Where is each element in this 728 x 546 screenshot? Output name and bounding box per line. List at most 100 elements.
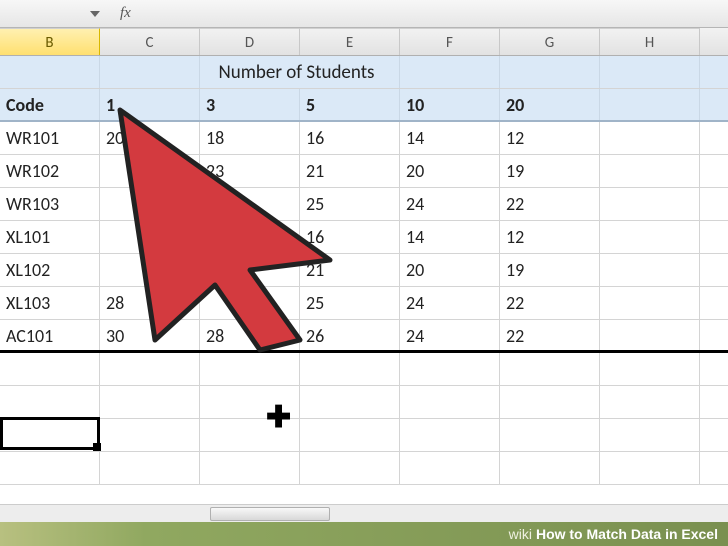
cell[interactable]: 16 xyxy=(300,221,400,253)
cell[interactable] xyxy=(500,353,600,385)
cell[interactable]: 21 xyxy=(300,155,400,187)
cell[interactable]: 23 xyxy=(200,155,300,187)
header-10[interactable]: 10 xyxy=(400,89,500,120)
cell[interactable]: 24 xyxy=(400,287,500,319)
cell[interactable] xyxy=(500,452,600,484)
fx-label[interactable]: fx xyxy=(120,5,131,22)
header-3[interactable]: 3 xyxy=(200,89,300,120)
horizontal-scrollbar[interactable] xyxy=(0,504,728,522)
cell[interactable] xyxy=(100,353,200,385)
cell[interactable] xyxy=(100,254,200,286)
cell[interactable]: 21 xyxy=(300,254,400,286)
cell[interactable] xyxy=(0,56,100,88)
header-5[interactable]: 5 xyxy=(300,89,400,120)
cell[interactable] xyxy=(0,419,100,451)
col-header-f[interactable]: F xyxy=(400,28,500,55)
cell[interactable]: 14 xyxy=(400,221,500,253)
cell[interactable] xyxy=(200,386,300,418)
cell[interactable] xyxy=(200,353,300,385)
cell[interactable] xyxy=(500,386,600,418)
cell[interactable] xyxy=(500,56,600,88)
cell[interactable] xyxy=(200,287,300,319)
col-header-c[interactable]: C xyxy=(100,28,200,55)
cell[interactable] xyxy=(400,386,500,418)
cell[interactable] xyxy=(300,419,400,451)
cell[interactable]: 24 xyxy=(400,188,500,220)
cell[interactable] xyxy=(400,353,500,385)
cell[interactable] xyxy=(200,221,300,253)
cell-code[interactable]: XL102 xyxy=(0,254,100,286)
cell[interactable] xyxy=(200,188,300,220)
cell[interactable] xyxy=(500,419,600,451)
cell[interactable] xyxy=(200,254,300,286)
cell[interactable] xyxy=(600,353,700,385)
cell[interactable] xyxy=(300,452,400,484)
scroll-thumb[interactable] xyxy=(210,507,330,521)
cell[interactable] xyxy=(200,452,300,484)
cell[interactable] xyxy=(400,419,500,451)
cell-code[interactable]: WR103 xyxy=(0,188,100,220)
cell-code[interactable]: XL103 xyxy=(0,287,100,319)
cell[interactable]: 22 xyxy=(500,320,600,350)
cell[interactable]: 14 xyxy=(400,122,500,154)
col-header-h[interactable]: H xyxy=(600,28,700,55)
cell-code[interactable]: AC101 xyxy=(0,320,100,350)
cell[interactable]: 16 xyxy=(300,122,400,154)
cell[interactable]: 26 xyxy=(300,320,400,350)
cell[interactable]: 18 xyxy=(200,122,300,154)
cell[interactable]: 30 xyxy=(100,320,200,350)
cell[interactable]: 19 xyxy=(500,254,600,286)
cell[interactable] xyxy=(100,155,200,187)
cell[interactable] xyxy=(100,188,200,220)
cell[interactable] xyxy=(100,452,200,484)
cell[interactable] xyxy=(0,353,100,385)
table-title[interactable]: Number of Students xyxy=(200,56,400,88)
header-20[interactable]: 20 xyxy=(500,89,600,120)
cell[interactable] xyxy=(600,320,700,350)
cell-code[interactable]: WR101 xyxy=(0,122,100,154)
cell[interactable]: 25 xyxy=(300,287,400,319)
cell[interactable]: 20 xyxy=(400,155,500,187)
cell[interactable] xyxy=(400,56,500,88)
col-header-g[interactable]: G xyxy=(500,28,600,55)
cell[interactable]: 12 xyxy=(500,122,600,154)
col-header-e[interactable]: E xyxy=(300,28,400,55)
col-header-d[interactable]: D xyxy=(200,28,300,55)
cell[interactable]: 28 xyxy=(200,320,300,350)
cell[interactable] xyxy=(0,452,100,484)
cell[interactable] xyxy=(600,221,700,253)
cell[interactable]: 19 xyxy=(500,155,600,187)
cell[interactable] xyxy=(600,155,700,187)
cell[interactable] xyxy=(100,221,200,253)
cell[interactable] xyxy=(600,452,700,484)
cell[interactable] xyxy=(600,89,700,120)
cell[interactable]: 20 xyxy=(400,254,500,286)
cell[interactable]: 25 xyxy=(300,188,400,220)
cell[interactable] xyxy=(100,419,200,451)
cell[interactable] xyxy=(600,419,700,451)
cell[interactable] xyxy=(600,287,700,319)
cell[interactable] xyxy=(600,188,700,220)
col-header-b[interactable]: B xyxy=(0,28,100,55)
cell[interactable]: 22 xyxy=(500,287,600,319)
cell[interactable] xyxy=(300,353,400,385)
cell[interactable]: 22 xyxy=(500,188,600,220)
cell[interactable] xyxy=(600,386,700,418)
cell[interactable] xyxy=(300,386,400,418)
header-code[interactable]: Code xyxy=(0,89,100,120)
cell[interactable] xyxy=(400,452,500,484)
cell[interactable] xyxy=(100,386,200,418)
cell[interactable] xyxy=(0,386,100,418)
cell-code[interactable]: WR102 xyxy=(0,155,100,187)
cell[interactable]: 24 xyxy=(400,320,500,350)
cell[interactable] xyxy=(600,254,700,286)
cell[interactable]: 28 xyxy=(100,287,200,319)
name-box-dropdown[interactable] xyxy=(90,11,100,17)
cell-code[interactable]: XL101 xyxy=(0,221,100,253)
cell[interactable] xyxy=(600,122,700,154)
cell[interactable]: 12 xyxy=(500,221,600,253)
cell[interactable] xyxy=(600,56,700,88)
cell[interactable] xyxy=(200,419,300,451)
header-1[interactable]: 1 xyxy=(100,89,200,120)
cell[interactable] xyxy=(100,56,200,88)
